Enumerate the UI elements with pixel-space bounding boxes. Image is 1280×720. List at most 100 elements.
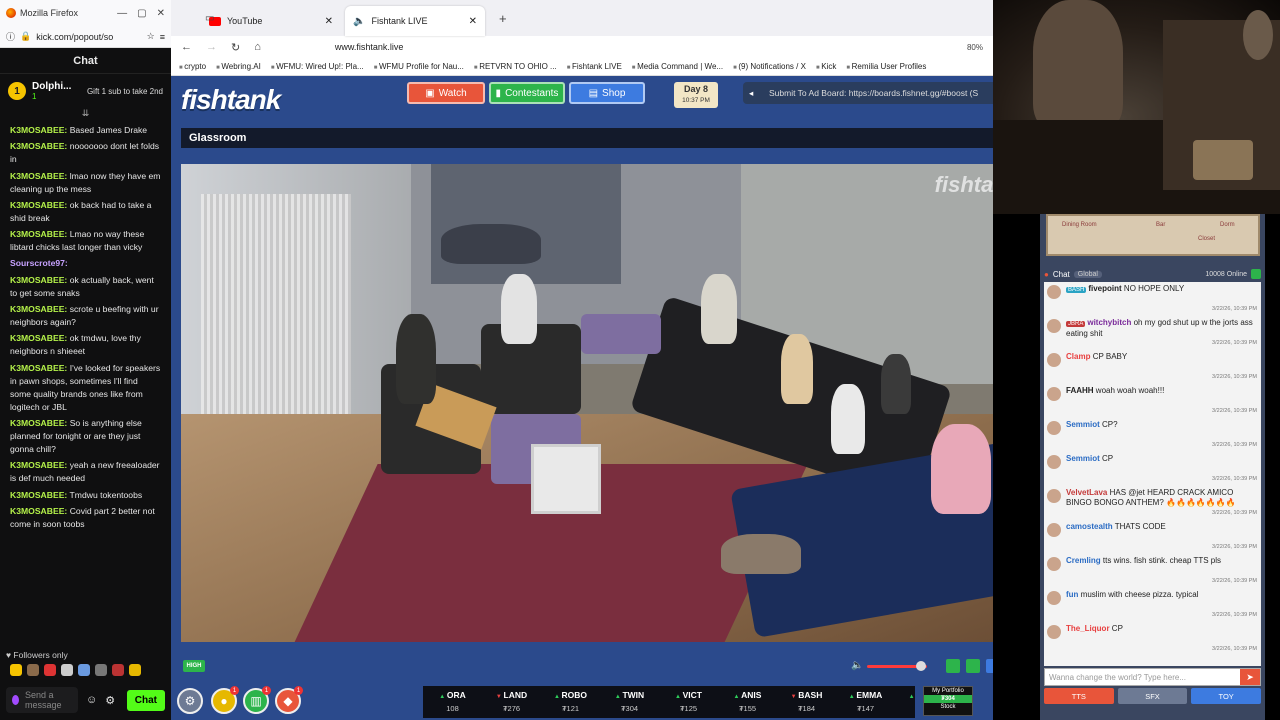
- chat-username[interactable]: K3MOSABEE:: [10, 125, 67, 135]
- bookmark-star-icon[interactable]: ☆: [147, 31, 155, 42]
- arrow-left-icon[interactable]: ◂: [749, 88, 753, 99]
- ad-board-banner[interactable]: ◂ Submit To Ad Board: https://boards.fis…: [743, 82, 993, 104]
- ticker-item[interactable]: EMMA₮147: [836, 689, 895, 715]
- emote-icon[interactable]: [78, 664, 90, 676]
- bookmark-item[interactable]: Fishtank LIVE: [567, 62, 622, 71]
- fullscreen-icon[interactable]: [986, 659, 993, 673]
- chat-username[interactable]: K3MOSABEE:: [10, 333, 67, 343]
- new-tab-icon[interactable]: +: [499, 11, 507, 26]
- ticker-item[interactable]: LAND₮276: [482, 689, 541, 715]
- tts-button[interactable]: TTS: [1044, 688, 1114, 704]
- chat-button[interactable]: Chat: [126, 689, 165, 711]
- close-tab-icon[interactable]: ✕: [469, 16, 477, 27]
- bookmark-item[interactable]: Kick: [816, 62, 836, 71]
- avatar[interactable]: [1047, 557, 1061, 571]
- send-message-input[interactable]: Send a message: [6, 687, 78, 713]
- portfolio-widget[interactable]: My Portfolio ₮304 Stock: [923, 686, 973, 716]
- volume-icon[interactable]: 🔈: [851, 660, 863, 671]
- minimize-icon[interactable]: —: [117, 8, 127, 19]
- chat-username[interactable]: witchybitch: [1087, 318, 1131, 327]
- ticker-item[interactable]: ROBO₮121: [541, 689, 600, 715]
- avatar[interactable]: [1047, 421, 1061, 435]
- chat-username[interactable]: Sourscrote97:: [10, 258, 68, 268]
- emote-icon[interactable]: [44, 664, 56, 676]
- tab-list-icon[interactable]: ▭: [205, 13, 214, 24]
- map-room-dorm[interactable]: Dorm: [1220, 222, 1235, 228]
- fishtank-logo[interactable]: fishtank: [181, 84, 281, 116]
- zoom-level[interactable]: 80%: [967, 43, 983, 52]
- chat-username[interactable]: K3MOSABEE:: [10, 490, 67, 500]
- bookmark-item[interactable]: Remilia User Profiles: [846, 62, 927, 71]
- live-video-feed[interactable]: fishtank: [181, 164, 993, 642]
- market-button[interactable]: ▥ 1: [243, 686, 271, 714]
- chat-username[interactable]: K3MOSABEE:: [10, 275, 67, 285]
- emote-icon[interactable]: [27, 664, 39, 676]
- users-icon[interactable]: [1251, 269, 1261, 279]
- forward-icon[interactable]: →: [206, 41, 217, 53]
- bookmark-item[interactable]: RETVRN TO OHIO ...: [474, 62, 557, 71]
- ticker-item[interactable]: BASH₮184: [777, 689, 836, 715]
- chat-username[interactable]: K3MOSABEE:: [10, 363, 67, 373]
- gift-sub-button[interactable]: Gift 1 sub to take 2nd: [87, 87, 163, 96]
- map-room-dining[interactable]: Dining Room: [1062, 222, 1097, 228]
- settings-button[interactable]: ⚙: [177, 688, 203, 714]
- avatar[interactable]: [1047, 353, 1061, 367]
- ticker-item[interactable]: HEAD₮120: [895, 689, 915, 715]
- back-icon[interactable]: ←: [181, 41, 192, 53]
- url-field[interactable]: kick.com/popout/so: [36, 32, 141, 42]
- avatar[interactable]: [1047, 319, 1061, 333]
- gear-icon[interactable]: ⚙: [105, 694, 115, 707]
- bookmark-item[interactable]: (9) Notifications / X: [733, 62, 806, 71]
- chat-username[interactable]: Cremling: [1066, 556, 1101, 565]
- house-map[interactable]: Dining Room Bar Closet Dorm: [1046, 214, 1260, 256]
- chat-username[interactable]: K3MOSABEE:: [10, 506, 67, 516]
- toy-button[interactable]: TOY: [1191, 688, 1262, 704]
- shop-button[interactable]: ▤ Shop: [569, 82, 645, 104]
- quality-badge[interactable]: HIGH: [183, 660, 205, 672]
- reload-icon[interactable]: ↻: [231, 41, 240, 54]
- emoji-icon[interactable]: ☺: [86, 694, 97, 706]
- chat-username[interactable]: K3MOSABEE:: [10, 304, 67, 314]
- emote-icon[interactable]: [129, 664, 141, 676]
- map-room-bar[interactable]: Bar: [1156, 222, 1165, 228]
- stock-ticker[interactable]: ORA108LAND₮276ROBO₮121TWIN₮304VICT₮125AN…: [423, 686, 915, 718]
- chat-username[interactable]: camostealth: [1066, 522, 1113, 531]
- cast-icon[interactable]: [966, 659, 980, 673]
- menu-icon[interactable]: ≡: [160, 32, 165, 42]
- tab-fishtank[interactable]: 🔈 Fishtank LIVE ✕: [345, 6, 485, 36]
- chat-username[interactable]: FAAHH: [1066, 386, 1094, 395]
- avatar[interactable]: [1047, 591, 1061, 605]
- camera-grid-icon[interactable]: [946, 659, 960, 673]
- url-field[interactable]: www.fishtank.live: [335, 42, 404, 52]
- bookmark-item[interactable]: WFMU: Wired Up!: Pla...: [271, 62, 364, 71]
- ticker-item[interactable]: ANIS₮155: [718, 689, 777, 715]
- close-tab-icon[interactable]: ✕: [325, 16, 333, 27]
- avatar[interactable]: [1047, 285, 1061, 299]
- close-icon[interactable]: ✕: [157, 8, 165, 19]
- chat-username[interactable]: Semmiot: [1066, 454, 1100, 463]
- bookmark-item[interactable]: crypto: [179, 62, 206, 71]
- collapse-icon[interactable]: ⇊: [0, 108, 171, 120]
- top-gifter-name[interactable]: Dolphi...: [32, 81, 71, 92]
- avatar[interactable]: [1047, 523, 1061, 537]
- chat-username[interactable]: fun: [1066, 590, 1078, 599]
- ticker-item[interactable]: ORA108: [423, 689, 482, 715]
- sfx-button[interactable]: SFX: [1117, 688, 1188, 704]
- info-icon[interactable]: ⓘ: [6, 30, 15, 43]
- bookmark-item[interactable]: WFMU Profile for Nau...: [374, 62, 464, 71]
- chat-username[interactable]: K3MOSABEE:: [10, 171, 67, 181]
- contestants-button[interactable]: ▮ Contestants: [489, 82, 565, 104]
- chat-username[interactable]: K3MOSABEE:: [10, 418, 67, 428]
- chat-username[interactable]: fivepoint: [1088, 284, 1121, 293]
- chat-username[interactable]: K3MOSABEE:: [10, 229, 67, 239]
- avatar[interactable]: [1047, 455, 1061, 469]
- coins-button[interactable]: ● 1: [211, 686, 239, 714]
- bookmark-item[interactable]: Media Command | We...: [632, 62, 723, 71]
- avatar[interactable]: [1047, 387, 1061, 401]
- chat-username[interactable]: K3MOSABEE:: [10, 200, 67, 210]
- maximize-icon[interactable]: ▢: [137, 8, 146, 19]
- emote-icon[interactable]: [10, 664, 22, 676]
- ticker-item[interactable]: VICT₮125: [659, 689, 718, 715]
- chat-username[interactable]: Clamp: [1066, 352, 1090, 361]
- send-icon[interactable]: ➤: [1240, 669, 1260, 685]
